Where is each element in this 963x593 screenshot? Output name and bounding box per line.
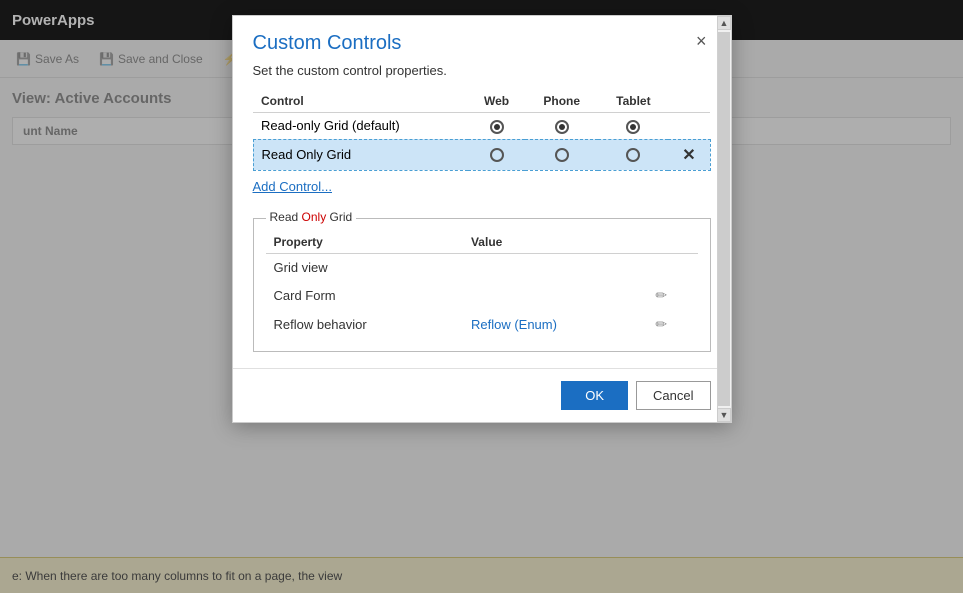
dialog-body: Control Web Phone Tablet Read-only Grid … bbox=[233, 90, 731, 368]
edit-card-form[interactable]: ✏ bbox=[647, 281, 697, 310]
dialog-footer: OK Cancel bbox=[233, 368, 731, 422]
delete-cell-1 bbox=[668, 113, 710, 140]
prop-card-form: Card Form bbox=[266, 281, 463, 310]
radio-web-1[interactable] bbox=[468, 113, 525, 140]
col-header-web: Web bbox=[468, 90, 525, 113]
radio-web-2[interactable] bbox=[468, 139, 525, 170]
dialog-header: Custom Controls × bbox=[233, 16, 731, 63]
radio-filled-icon[interactable] bbox=[490, 120, 504, 134]
prop-col-header: Property bbox=[266, 231, 463, 254]
radio-empty-icon[interactable] bbox=[555, 148, 569, 162]
radio-tablet-2[interactable] bbox=[598, 139, 668, 170]
control-name-2: Read Only Grid bbox=[253, 139, 468, 170]
dialog-title: Custom Controls bbox=[253, 32, 402, 55]
table-row: Read-only Grid (default) bbox=[253, 113, 710, 140]
prop-reflow: Reflow behavior bbox=[266, 310, 463, 339]
table-row: Grid view bbox=[266, 253, 698, 281]
delete-cell-2[interactable]: ✕ bbox=[668, 139, 710, 170]
radio-empty-icon[interactable] bbox=[490, 148, 504, 162]
radio-empty-icon[interactable] bbox=[626, 148, 640, 162]
col-header-tablet: Tablet bbox=[598, 90, 668, 113]
radio-phone-2[interactable] bbox=[525, 139, 598, 170]
value-reflow: Reflow (Enum) bbox=[463, 310, 647, 339]
legend-highlight: Only bbox=[302, 210, 327, 224]
radio-tablet-1[interactable] bbox=[598, 113, 668, 140]
value-col-header: Value bbox=[463, 231, 647, 254]
edit-reflow[interactable]: ✏ bbox=[647, 310, 697, 339]
section-legend: Read Only Grid bbox=[266, 210, 357, 224]
scrollbar-thumb[interactable] bbox=[718, 32, 730, 406]
table-row[interactable]: Read Only Grid ✕ bbox=[253, 139, 710, 170]
edit-grid-view bbox=[647, 253, 697, 281]
value-card-form bbox=[463, 281, 647, 310]
dialog-subtitle: Set the custom control properties. bbox=[233, 63, 731, 90]
value-grid-view bbox=[463, 253, 647, 281]
dialog-close-button[interactable]: × bbox=[692, 32, 711, 50]
edit-pencil-icon[interactable]: ✏ bbox=[655, 287, 667, 303]
table-row: Reflow behavior Reflow (Enum) ✏ bbox=[266, 310, 698, 339]
scrollbar-up-icon[interactable]: ▲ bbox=[717, 16, 731, 30]
delete-row-icon[interactable]: ✕ bbox=[682, 147, 695, 164]
controls-table: Control Web Phone Tablet Read-only Grid … bbox=[253, 90, 711, 171]
add-control-link[interactable]: Add Control... bbox=[253, 179, 333, 194]
table-row: Card Form ✏ bbox=[266, 281, 698, 310]
col-header-phone: Phone bbox=[525, 90, 598, 113]
edit-pencil-icon[interactable]: ✏ bbox=[655, 316, 667, 332]
properties-table: Property Value Grid view Card Form bbox=[266, 231, 698, 339]
ok-button[interactable]: OK bbox=[561, 381, 628, 410]
properties-section: Read Only Grid Property Value Grid view bbox=[253, 218, 711, 352]
col-header-control: Control bbox=[253, 90, 468, 113]
custom-controls-dialog: Custom Controls × Set the custom control… bbox=[232, 15, 732, 423]
control-name-1: Read-only Grid (default) bbox=[253, 113, 468, 140]
dialog-scrollbar[interactable]: ▲ ▼ bbox=[717, 16, 731, 422]
radio-phone-1[interactable] bbox=[525, 113, 598, 140]
prop-grid-view: Grid view bbox=[266, 253, 463, 281]
cancel-button[interactable]: Cancel bbox=[636, 381, 710, 410]
scrollbar-down-icon[interactable]: ▼ bbox=[717, 408, 731, 422]
radio-filled-icon[interactable] bbox=[626, 120, 640, 134]
radio-filled-icon[interactable] bbox=[555, 120, 569, 134]
